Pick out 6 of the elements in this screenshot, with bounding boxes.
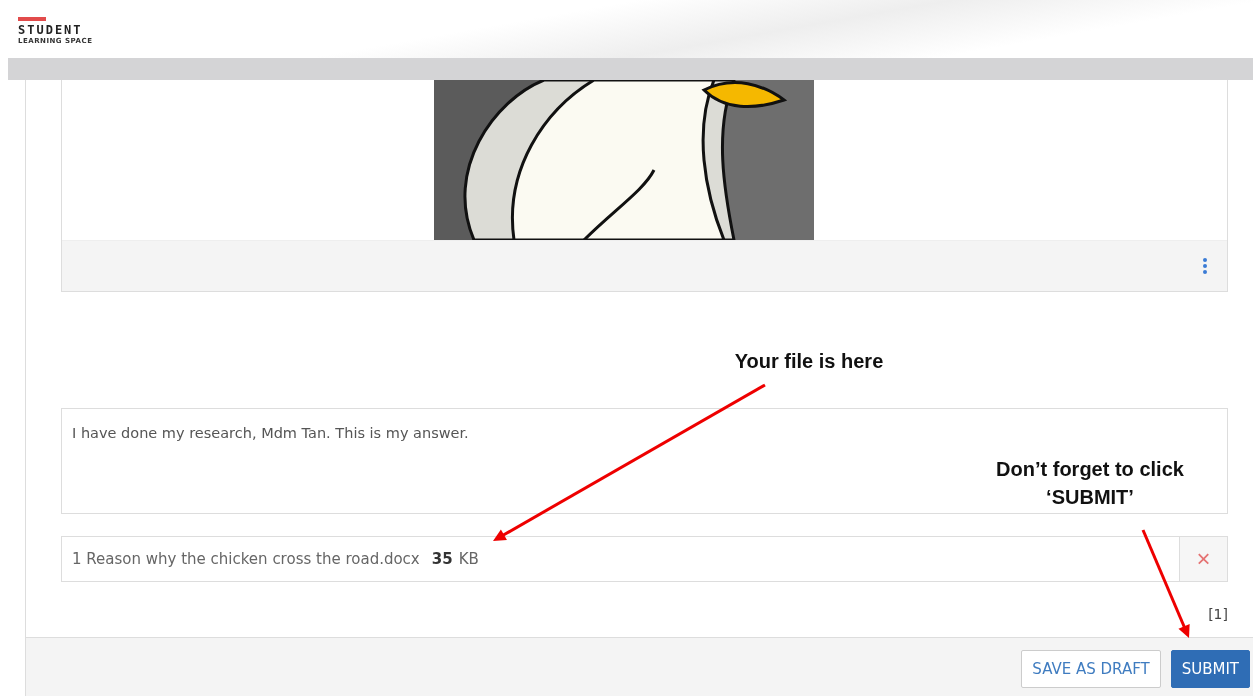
attachment-name: 1 Reason why the chicken cross the road.docx 35 KB	[71, 549, 480, 570]
remove-button[interactable]: ×	[1179, 537, 1227, 581]
submit-button[interactable]: SUBMIT	[1170, 650, 1250, 688]
more-options-icon[interactable]	[1203, 258, 1207, 274]
save-draft-button[interactable]: SAVE AS DRAFT	[1021, 650, 1161, 688]
attachment-count: [1]	[1208, 606, 1228, 622]
